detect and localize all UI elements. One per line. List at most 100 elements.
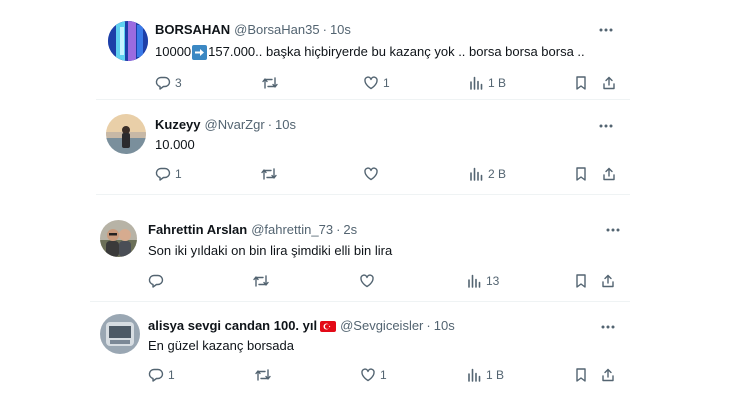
views-button[interactable]: 13	[466, 272, 499, 290]
tweet-header: BORSAHAN @BorsaHan35 · 10s	[155, 22, 351, 38]
bookmark-button[interactable]	[573, 74, 589, 92]
like-button[interactable]: 1	[360, 366, 387, 384]
bookmark-icon	[576, 167, 586, 181]
view-count: 1 B	[488, 76, 507, 90]
reply-button[interactable]: 1	[148, 366, 175, 384]
separator-dot: ·	[336, 222, 341, 237]
share-button[interactable]	[601, 165, 617, 183]
user-handle[interactable]: @fahrettin_73	[251, 222, 333, 238]
retweet-button[interactable]	[261, 74, 283, 92]
share-button[interactable]	[601, 74, 617, 92]
avatar[interactable]	[106, 114, 146, 154]
tweet-4[interactable]: alisya sevgi candan 100. yıl @Sevgiceisl…	[0, 302, 730, 402]
analytics-icon	[470, 76, 483, 90]
view-count: 13	[486, 274, 500, 288]
separator-dot: ·	[267, 117, 273, 132]
reply-button[interactable]: 3	[155, 74, 182, 92]
more-options-icon[interactable]	[600, 319, 616, 335]
retweet-icon	[262, 77, 278, 89]
retweet-icon	[261, 168, 277, 180]
tweet-text: En güzel kazanç borsada	[148, 338, 294, 353]
views-button[interactable]: 1 B	[466, 366, 504, 384]
timestamp[interactable]: 2s	[343, 222, 357, 238]
bookmark-button[interactable]	[573, 272, 589, 290]
reply-button[interactable]	[148, 272, 168, 290]
user-handle[interactable]: @BorsaHan35	[234, 22, 319, 38]
reply-icon	[148, 274, 164, 288]
tweet-text-start: 10000	[155, 44, 192, 59]
turkey-flag-icon	[320, 320, 337, 332]
more-options-icon[interactable]	[598, 22, 614, 38]
reply-count: 1	[175, 167, 182, 181]
heart-icon	[361, 368, 375, 382]
reply-count: 3	[175, 76, 182, 90]
tweet-2[interactable]: Kuzeyy @NvarZgr · 10s 10.000 1 2 B	[0, 100, 730, 195]
share-icon	[602, 368, 614, 382]
share-button[interactable]	[600, 366, 616, 384]
action-bar: 1 1 1 B	[148, 366, 618, 384]
heart-icon	[360, 274, 374, 288]
action-bar: 3 1 1 B	[155, 74, 615, 92]
display-name[interactable]: Fahrettin Arslan	[148, 222, 247, 238]
display-name[interactable]: alisya sevgi candan 100. yıl	[148, 318, 317, 334]
like-button[interactable]: 1	[363, 74, 390, 92]
right-arrow-emoji-icon	[192, 44, 208, 60]
more-options-icon[interactable]	[598, 118, 614, 134]
bookmark-icon	[576, 368, 586, 382]
separator-dot: ·	[426, 318, 431, 333]
action-bar: 1 2 B	[155, 165, 615, 183]
timestamp[interactable]: 10s	[275, 117, 296, 133]
retweet-icon	[255, 369, 271, 381]
view-count: 1 B	[486, 368, 505, 382]
retweet-button[interactable]	[252, 272, 274, 290]
bookmark-button[interactable]	[573, 165, 589, 183]
timestamp[interactable]: 10s	[330, 22, 351, 38]
reply-count: 1	[168, 368, 175, 382]
tweet-text-end: 157.000.. başka hiçbiryerde bu kazanç yo…	[208, 44, 585, 59]
avatar[interactable]	[100, 314, 140, 354]
action-bar: 13	[148, 272, 618, 290]
analytics-icon	[470, 167, 483, 181]
tweet-1[interactable]: BORSAHAN @BorsaHan35 · 10s 10000 157.000…	[0, 0, 730, 100]
like-count: 1	[380, 368, 387, 382]
tweet-text: 10000 157.000.. başka hiçbiryerde bu kaz…	[155, 44, 585, 60]
views-button[interactable]: 2 B	[468, 165, 506, 183]
tweet-header: alisya sevgi candan 100. yıl @Sevgiceisl…	[148, 318, 455, 334]
share-button[interactable]	[600, 272, 616, 290]
share-icon	[603, 76, 615, 90]
more-options-icon[interactable]	[605, 222, 621, 238]
tweet-text: Son iki yıldaki on bin lira şimdiki elli…	[148, 243, 393, 258]
analytics-icon	[468, 274, 481, 288]
retweet-button[interactable]	[260, 165, 282, 183]
user-handle[interactable]: @Sevgiceisler	[340, 318, 423, 334]
share-icon	[603, 167, 615, 181]
views-button[interactable]: 1 B	[468, 74, 506, 92]
timestamp[interactable]: 10s	[434, 318, 455, 334]
heart-icon	[364, 167, 378, 181]
view-count: 2 B	[488, 167, 507, 181]
tweet-3[interactable]: Fahrettin Arslan @fahrettin_73 · 2s Son …	[0, 200, 730, 300]
like-button[interactable]	[359, 272, 379, 290]
tweet-text: 10.000	[155, 137, 195, 152]
retweet-button[interactable]	[254, 366, 276, 384]
analytics-icon	[468, 368, 481, 382]
retweet-icon	[253, 275, 269, 287]
user-handle[interactable]: @NvarZgr	[205, 117, 265, 133]
heart-icon	[364, 76, 378, 90]
display-name[interactable]: BORSAHAN	[155, 22, 230, 38]
tweet-divider	[96, 194, 630, 195]
reply-button[interactable]: 1	[155, 165, 182, 183]
tweet-header: Kuzeyy @NvarZgr · 10s	[155, 117, 296, 133]
avatar[interactable]	[108, 21, 148, 61]
reply-icon	[148, 368, 164, 382]
display-name[interactable]: Kuzeyy	[155, 117, 201, 133]
avatar[interactable]	[100, 220, 137, 257]
like-count: 1	[383, 76, 390, 90]
bookmark-button[interactable]	[573, 366, 589, 384]
tweet-header: Fahrettin Arslan @fahrettin_73 · 2s	[148, 222, 357, 238]
bookmark-icon	[576, 274, 586, 288]
like-button[interactable]	[363, 165, 383, 183]
bookmark-icon	[576, 76, 586, 90]
share-icon	[602, 274, 614, 288]
reply-icon	[155, 167, 171, 181]
